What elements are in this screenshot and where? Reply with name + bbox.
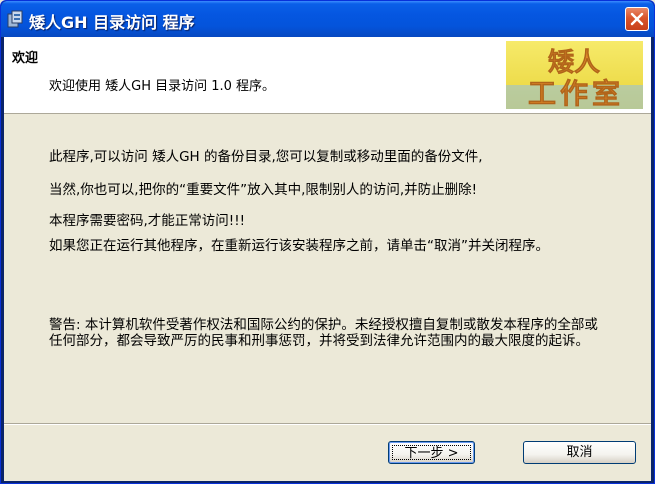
- description-paragraph-1: 此程序,可以访问 矮人GH 的备份目录,您可以复制或移动里面的备份文件,: [49, 149, 483, 165]
- header-title: 欢迎: [12, 51, 39, 66]
- logo-text-line2: 工作室: [528, 77, 624, 109]
- installer-app-icon: [7, 10, 23, 28]
- welcome-header-panel: 欢迎 欢迎使用 矮人GH 目录访问 1.0 程序。 矮人 工作室: [4, 37, 651, 114]
- title-bar[interactable]: 矮人GH 目录访问 程序: [1, 1, 654, 37]
- password-notice: 本程序需要密码,才能正常访问!!!: [49, 213, 246, 229]
- studio-logo: 矮人 工作室: [506, 41, 643, 109]
- dialog-client-area: 欢迎 欢迎使用 矮人GH 目录访问 1.0 程序。 矮人 工作室 此程序,可以访…: [4, 37, 651, 481]
- description-paragraph-2: 当然,你也可以,把你的“重要文件”放入其中,限制别人的访问,并防止删除!: [49, 182, 478, 198]
- logo-text-line1: 矮人: [548, 48, 600, 78]
- copyright-warning: 警告: 本计算机软件受著作权法和国际公约的保护。未经授权擅自复制或散发本程序的全…: [49, 317, 598, 349]
- button-divider: [4, 423, 651, 425]
- header-subtitle: 欢迎使用 矮人GH 目录访问 1.0 程序。: [49, 79, 276, 94]
- next-button-label: 下一步 >: [392, 445, 471, 461]
- next-button[interactable]: 下一步 >: [388, 441, 475, 464]
- cancel-button[interactable]: 取消: [523, 441, 636, 464]
- close-button[interactable]: [625, 7, 649, 31]
- close-programs-notice: 如果您正在运行其他程序，在重新运行该安装程序之前，请单击“取消”并关闭程序。: [49, 238, 549, 254]
- installer-window: 矮人GH 目录访问 程序 欢迎 欢迎使用 矮人GH 目录访问 1.0 程序。 矮…: [0, 0, 655, 484]
- close-icon: [630, 12, 644, 26]
- window-title: 矮人GH 目录访问 程序: [29, 13, 195, 32]
